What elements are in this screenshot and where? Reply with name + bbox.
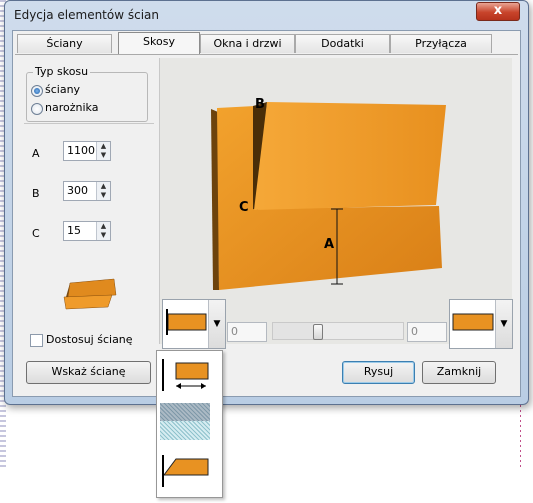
- tab-connections[interactable]: Przyłącza: [390, 34, 492, 53]
- param-b-spinner[interactable]: 300 ▲ ▼: [63, 181, 111, 201]
- tab-bevels[interactable]: Skosy: [118, 32, 200, 54]
- chevron-down-icon[interactable]: ▼: [208, 300, 225, 348]
- left-end-style-combo[interactable]: ▼: [162, 299, 226, 349]
- chevron-down-icon[interactable]: ▼: [495, 300, 512, 348]
- label-a: A: [324, 237, 334, 252]
- dialog-client-area: Ściany Skosy Okna i drzwi Dodatki Przyłą…: [12, 30, 521, 397]
- window-title: Edycja elementów ścian: [14, 8, 159, 22]
- param-a-spinner[interactable]: 1100 ▲ ▼: [63, 141, 111, 161]
- close-button[interactable]: x: [476, 2, 520, 21]
- left-offset-input[interactable]: 0: [227, 322, 267, 342]
- spin-up-icon[interactable]: ▲: [97, 142, 110, 151]
- label-c: C: [239, 200, 249, 215]
- right-end-style-combo[interactable]: ▼: [449, 299, 513, 349]
- show-wall-button[interactable]: Wskaż ścianę: [26, 361, 151, 384]
- dialog-window: Edycja elementów ścian x Ściany Skosy Ok…: [4, 0, 529, 405]
- radio-corner-label: narożnika: [45, 101, 99, 114]
- flat-end-icon: [166, 309, 207, 335]
- radio-corner[interactable]: [31, 103, 43, 115]
- tab-extras[interactable]: Dodatki: [295, 34, 390, 53]
- spin-down-icon[interactable]: ▼: [97, 191, 110, 200]
- spin-down-icon[interactable]: ▼: [97, 151, 110, 160]
- settings-pane: Typ skosu ściany narożnika A 1100 ▲ ▼ B 3…: [20, 58, 158, 347]
- end-style-dropdown-list: [156, 350, 223, 498]
- preview-pane: A B C ▼ 0 0 ▼: [159, 58, 513, 349]
- param-a-label: A: [32, 147, 40, 160]
- spin-down-icon[interactable]: ▼: [97, 231, 110, 240]
- param-b-value: 300: [67, 184, 88, 197]
- bevel-type-group: Typ skosu ściany narożnika: [26, 65, 148, 122]
- radio-wall[interactable]: [31, 85, 43, 97]
- tab-windows-doors[interactable]: Okna i drzwi: [200, 34, 295, 53]
- radio-wall-label: ściany: [45, 83, 81, 96]
- option-hatched-end-icon[interactable]: [160, 403, 210, 440]
- adjust-wall-checkbox[interactable]: [30, 334, 43, 347]
- bevel-face: [254, 102, 446, 210]
- spin-up-icon[interactable]: ▲: [97, 222, 110, 231]
- param-c-label: C: [32, 227, 40, 240]
- param-c-spinner[interactable]: 15 ▲ ▼: [63, 221, 111, 241]
- slider-thumb[interactable]: [313, 324, 323, 340]
- bevel-thumbnail-icon: [63, 278, 117, 310]
- bevel-type-label: Typ skosu: [33, 65, 91, 78]
- param-b-label: B: [32, 187, 40, 200]
- draw-button[interactable]: Rysuj: [342, 361, 415, 384]
- option-extended-end-icon[interactable]: [160, 357, 210, 393]
- adjust-wall-label: Dostosuj ścianę: [46, 333, 133, 346]
- tab-walls[interactable]: Ściany: [17, 34, 112, 53]
- param-a-value: 1100: [67, 144, 95, 157]
- slider-track-fill: [273, 323, 313, 339]
- separator: [24, 123, 154, 124]
- right-offset-input[interactable]: 0: [407, 322, 447, 342]
- tab-strip: Ściany Skosy Okna i drzwi Dodatki Przyłą…: [17, 32, 493, 54]
- flat-end-icon: [452, 313, 494, 331]
- label-b: B: [255, 97, 265, 112]
- spin-up-icon[interactable]: ▲: [97, 182, 110, 191]
- close-dialog-button[interactable]: Zamknij: [422, 361, 496, 384]
- wall-bevel-diagram: A B C: [211, 97, 446, 290]
- offset-slider[interactable]: [272, 322, 404, 340]
- option-bevel-end-icon[interactable]: [160, 453, 210, 489]
- param-c-value: 15: [67, 224, 81, 237]
